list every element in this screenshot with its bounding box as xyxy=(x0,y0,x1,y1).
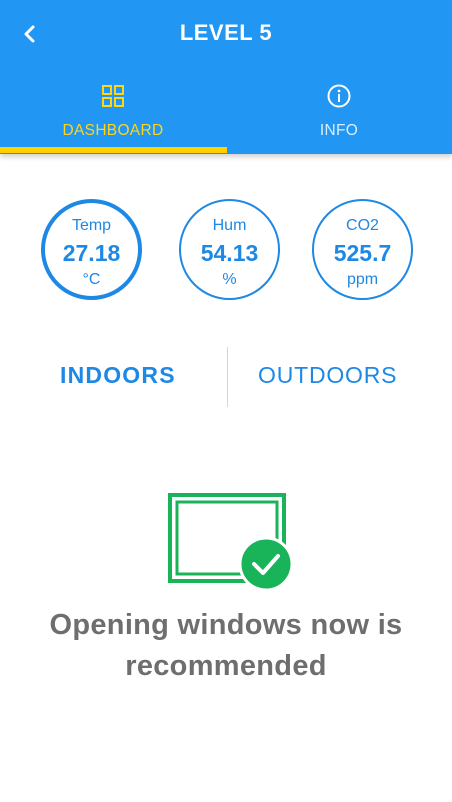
humidity-gauge[interactable]: Hum 54.13 % xyxy=(179,199,280,300)
tab-info[interactable]: INFO xyxy=(226,78,452,154)
app-bar: LEVEL 5 DASHBOARD INFO xyxy=(0,0,452,154)
info-icon xyxy=(327,84,351,108)
indoors-toggle[interactable]: INDOORS xyxy=(60,362,176,389)
temperature-gauge[interactable]: Temp 27.18 °C xyxy=(41,199,142,300)
dashboard-icon xyxy=(102,85,124,107)
gauge-value: 54.13 xyxy=(200,240,259,266)
tab-info-label: INFO xyxy=(319,122,359,139)
gauge-label: CO2 xyxy=(346,217,379,234)
tab-dashboard-label: DASHBOARD xyxy=(62,122,164,139)
outdoors-toggle[interactable]: OUTDOORS xyxy=(258,362,397,389)
recommendation-message: Opening windows now is recommended xyxy=(0,605,452,687)
co2-gauge[interactable]: CO2 525.7 ppm xyxy=(312,199,413,300)
toggle-divider xyxy=(227,347,228,407)
gauge-unit: °C xyxy=(82,271,101,288)
gauge-value: 525.7 xyxy=(333,240,392,266)
recommendation-line-1: Opening windows now is xyxy=(49,609,403,641)
recommendation-line-2: recommended xyxy=(125,650,327,682)
gauge-label: Temp xyxy=(71,217,112,234)
page-title: LEVEL 5 xyxy=(179,20,273,45)
tab-dashboard[interactable]: DASHBOARD xyxy=(0,78,226,154)
active-tab-indicator xyxy=(0,147,227,153)
gauge-value: 27.18 xyxy=(62,240,121,266)
window-check-icon xyxy=(168,493,294,591)
gauge-unit: % xyxy=(222,271,237,288)
gauge-unit: ppm xyxy=(346,271,379,288)
gauge-label: Hum xyxy=(212,217,247,234)
